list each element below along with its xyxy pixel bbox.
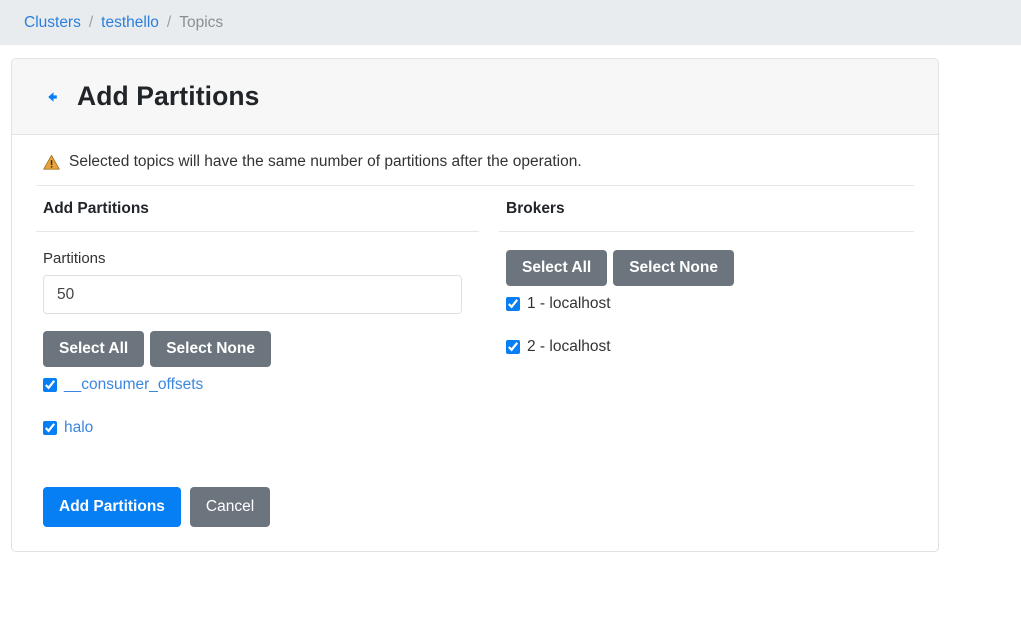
partitions-input[interactable]: [43, 275, 462, 314]
topics-list: __consumer_offsets halo: [36, 376, 479, 437]
topics-select-buttons: Select All Select None: [43, 331, 479, 367]
topic-label[interactable]: __consumer_offsets: [64, 376, 203, 394]
warning-text: Selected topics will have the same numbe…: [69, 153, 582, 170]
card-body: Selected topics will have the same numbe…: [12, 135, 938, 551]
topic-checkbox[interactable]: [43, 421, 57, 435]
topic-checkbox-row[interactable]: halo: [43, 419, 479, 437]
page-title: Add Partitions: [77, 81, 260, 111]
breadcrumb-separator: /: [88, 13, 94, 31]
broker-checkbox[interactable]: [506, 340, 520, 354]
brokers-select-all-button[interactable]: Select All: [506, 250, 608, 286]
topic-checkbox-row[interactable]: __consumer_offsets: [43, 376, 479, 394]
brokers-select-buttons: Select All Select None: [506, 250, 914, 286]
partitions-section-heading: Add Partitions: [36, 186, 479, 232]
topics-select-all-button[interactable]: Select All: [43, 331, 145, 367]
brokers-list: 1 - localhost 2 - localhost: [499, 295, 914, 356]
broker-label: 1 - localhost: [527, 295, 611, 312]
breadcrumb-item-testhello[interactable]: testhello: [101, 14, 159, 32]
back-arrow-icon[interactable]: [43, 88, 61, 106]
cancel-button[interactable]: Cancel: [189, 487, 271, 527]
partitions-field-label: Partitions: [43, 250, 106, 267]
topic-checkbox[interactable]: [43, 378, 57, 392]
brokers-section-heading: Brokers: [499, 186, 914, 232]
broker-checkbox[interactable]: [506, 297, 520, 311]
partitions-column: Add Partitions Partitions Select All Sel…: [36, 186, 479, 462]
topic-label[interactable]: halo: [64, 419, 93, 437]
breadcrumb-item-topics: Topics: [179, 13, 224, 31]
add-partitions-submit-button[interactable]: Add Partitions: [43, 487, 181, 527]
add-partitions-card: Add Partitions Selected topics will have…: [11, 58, 939, 552]
brokers-select-none-button[interactable]: Select None: [613, 250, 734, 286]
form-columns: Add Partitions Partitions Select All Sel…: [36, 186, 914, 462]
form-actions: Add Partitions Cancel: [43, 487, 914, 527]
broker-label: 2 - localhost: [527, 338, 611, 355]
warning-message: Selected topics will have the same numbe…: [36, 153, 914, 186]
broker-checkbox-row[interactable]: 2 - localhost: [506, 338, 914, 356]
breadcrumb: Clusters / testhello / Topics: [0, 0, 1021, 45]
broker-checkbox-row[interactable]: 1 - localhost: [506, 295, 914, 313]
topics-select-none-button[interactable]: Select None: [150, 331, 271, 367]
breadcrumb-separator: /: [166, 13, 172, 31]
brokers-column: Brokers Select All Select None 1 - local…: [479, 186, 914, 462]
breadcrumb-item-clusters[interactable]: Clusters: [24, 14, 81, 32]
warning-triangle-icon: [43, 154, 60, 171]
card-header: Add Partitions: [12, 59, 938, 135]
